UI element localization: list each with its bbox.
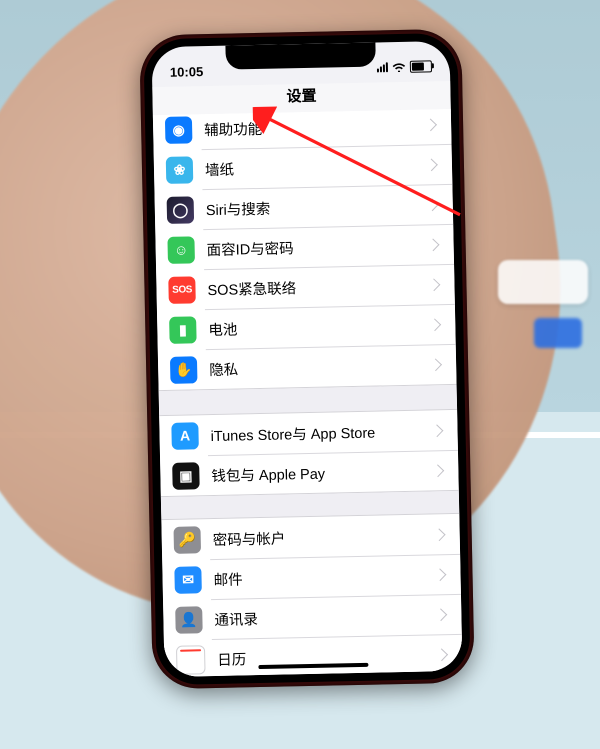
row-faceid-passcode-icon: ☺ [167, 236, 195, 264]
cellular-icon [377, 62, 388, 72]
row-calendar-icon [176, 645, 206, 675]
row-itunes-appstore-label: iTunes Store与 App Store [210, 420, 432, 446]
row-battery-label: 电池 [208, 314, 430, 340]
wifi-icon [392, 62, 406, 72]
status-right [377, 60, 432, 73]
row-contacts[interactable]: 👤 通讯录 [163, 594, 462, 640]
row-privacy[interactable]: ✋ 隐私 [158, 344, 457, 390]
row-passwords-accounts-label: 密码与帐户 [213, 524, 435, 550]
row-battery-icon: ▮ [169, 316, 197, 344]
row-passwords-accounts-icon: 🔑 [173, 526, 201, 554]
row-wallet-applepay-icon: ▣ [172, 462, 200, 490]
tissue-box [498, 260, 588, 304]
row-privacy-label: 隐私 [209, 354, 431, 380]
row-itunes-appstore-icon: A [171, 422, 199, 450]
row-wallet-applepay[interactable]: ▣ 钱包与 Apple Pay [160, 450, 459, 496]
row-mail[interactable]: ✉ 邮件 [162, 554, 461, 600]
settings-group: AiTunes Store与 App Store ▣ 钱包与 Apple Pay [159, 409, 459, 497]
blue-object [534, 318, 582, 348]
row-wallet-applepay-label: 钱包与 Apple Pay [211, 460, 433, 486]
row-siri-search-label: Siri与搜索 [206, 194, 428, 220]
row-siri-search[interactable]: ◯ Siri与搜索 [154, 184, 453, 230]
status-time: 10:05 [170, 64, 204, 80]
settings-group: ◉ 辅助功能 ❀ 墙纸 ◯ Siri与搜索 ☺ 面容ID与密码 SOS SOS紧急联络 ▮ 电池 ✋ 隐私 [153, 109, 457, 391]
settings-group: 🔑密码与帐户✉邮件👤通讯录日历备忘录提醒事项语音备忘录 [161, 513, 462, 677]
row-calendar[interactable]: 日历 [164, 634, 463, 677]
row-wallpaper-icon: ❀ [166, 156, 194, 184]
row-mail-icon: ✉ [174, 566, 202, 594]
row-wallpaper-label: 墙纸 [205, 154, 427, 180]
phone-screen: 10:05 设置 ◉辅助功能❀墙纸◯Siri与搜索☺面容ID与密码SOSSOS紧… [151, 41, 462, 677]
row-accessibility-icon: ◉ [165, 116, 193, 144]
settings-content[interactable]: ◉ 辅助功能 ❀ 墙纸 ◯ Siri与搜索 ☺ 面容ID与密码 SOS SOS紧急联络 ▮ 电池 ✋ 隐私… [153, 109, 463, 677]
row-emergency-sos[interactable]: SOS SOS紧急联络 [156, 264, 455, 310]
row-contacts-label: 通讯录 [214, 604, 436, 630]
notch [225, 42, 375, 69]
row-emergency-sos-icon: SOS [168, 276, 196, 304]
row-mail-label: 邮件 [213, 564, 435, 590]
row-wallpaper[interactable]: ❀ 墙纸 [154, 144, 453, 190]
row-accessibility-label: 辅助功能 [204, 114, 426, 140]
row-siri-search-icon: ◯ [167, 196, 195, 224]
row-passwords-accounts[interactable]: 🔑 密码与帐户 [161, 514, 460, 560]
row-contacts-icon: 👤 [175, 606, 203, 634]
phone-frame: 10:05 设置 ◉辅助功能❀墙纸◯Siri与搜索☺面容ID与密码SOSSOS紧… [139, 29, 475, 690]
row-faceid-passcode-label: 面容ID与密码 [206, 234, 428, 260]
row-faceid-passcode[interactable]: ☺ 面容ID与密码 [155, 224, 454, 270]
row-emergency-sos-label: SOS紧急联络 [207, 274, 429, 300]
row-privacy-icon: ✋ [170, 356, 198, 384]
battery-icon [410, 60, 432, 72]
row-battery[interactable]: ▮ 电池 [157, 304, 456, 350]
row-itunes-appstore[interactable]: AiTunes Store与 App Store [159, 410, 458, 456]
